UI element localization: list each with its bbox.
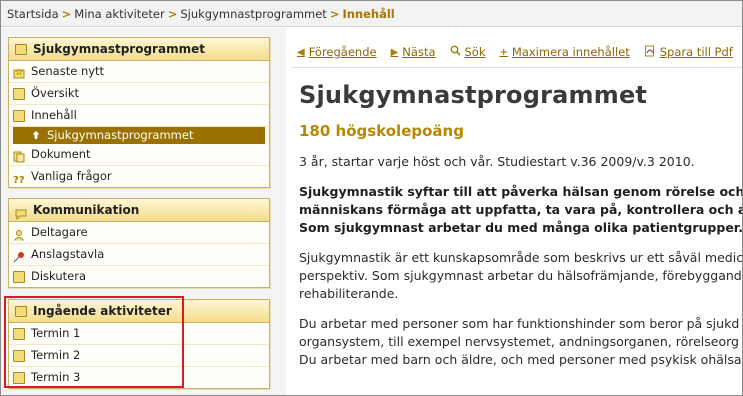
intro-text: 3 år, startar varje höst och vår. Studie… — [299, 154, 695, 169]
sidebar-item-label: Sjukgymnastprogrammet — [47, 128, 194, 142]
activities-panel-title: Ingående aktiviteter — [33, 304, 172, 318]
pdf-icon — [644, 45, 656, 60]
window: Startsida > Mina aktiviteter > Sjukgymnastpr… — [0, 0, 743, 396]
triangle-right-icon: ▶ — [390, 46, 399, 58]
search-icon — [450, 45, 461, 59]
sidebar-item-participants[interactable]: Deltagare — [9, 222, 269, 244]
book-icon — [13, 109, 25, 122]
toolbar-divider — [291, 67, 742, 68]
triangle-left-icon: ◀ — [297, 46, 305, 58]
sidebar-item-term-2[interactable]: Termin 2 — [9, 345, 269, 367]
paragraph-line: människans förmåga att uppfatta, ta vara… — [299, 202, 743, 217]
sidebar-item-label: Översikt — [31, 86, 80, 100]
breadcrumb-separator: > — [329, 7, 340, 21]
breadcrumb-program[interactable]: Sjukgymnastprogrammet — [180, 7, 326, 21]
next-link[interactable]: ▶ Nästa — [391, 45, 436, 59]
search-link[interactable]: Sök — [450, 45, 486, 59]
breadcrumb-my-activities[interactable]: Mina aktiviteter — [74, 7, 164, 21]
sidebar-item-label: Senaste nytt — [31, 64, 105, 78]
plus-icon: + — [499, 46, 508, 58]
communication-panel: Kommunikation Deltagare Anslagstavla Dis… — [8, 198, 270, 288]
faq-icon: ?? — [13, 171, 25, 186]
sidebar-item-label: Diskutera — [31, 269, 86, 283]
pushpin-icon — [13, 249, 25, 262]
program-panel-header: Sjukgymnastprogrammet — [9, 38, 269, 61]
sidebar-item-term-1[interactable]: Termin 1 — [9, 323, 269, 345]
previous-label: Föregående — [308, 45, 377, 59]
speech-bubble-icon — [15, 205, 27, 220]
paragraph-line: organsystem, till exempel nervsystemet, … — [299, 334, 739, 349]
paragraph-line: Sjukgymnastik är ett kunskapsområde som … — [299, 250, 743, 265]
sidebar-item-label: Dokument — [31, 147, 91, 161]
page-title: Sjukgymnastprogrammet — [299, 81, 648, 109]
paragraph-line: perspektiv. Som sjukgymnast arbetar du h… — [299, 268, 742, 283]
documents-icon — [13, 149, 25, 162]
maximize-label: Maximera innehållet — [511, 45, 630, 59]
main-content: Sjukgymnastprogrammet 180 högskolepoäng … — [299, 79, 743, 369]
book-icon — [13, 87, 25, 100]
book-icon — [13, 270, 25, 283]
communication-panel-header: Kommunikation — [9, 199, 269, 222]
search-label: Sök — [464, 45, 486, 59]
credits-subtitle: 180 högskolepoäng — [299, 122, 464, 140]
paragraph-line: Som sjukgymnast arbetar du med många oli… — [299, 220, 743, 235]
sidebar-item-term-3[interactable]: Termin 3 — [9, 367, 269, 388]
paragraph-line: rehabiliterande. — [299, 286, 399, 301]
breadcrumb-separator: > — [167, 7, 178, 21]
breadcrumb-separator: > — [61, 7, 72, 21]
sidebar-item-label: Termin 3 — [31, 370, 81, 384]
paragraph-line: Du arbetar med barn och äldre, och med p… — [299, 352, 742, 367]
program-panel: Sjukgymnastprogrammet Senaste nytt Övers… — [8, 37, 270, 188]
sidebar-item-label: Termin 2 — [31, 348, 81, 362]
breadcrumb-current: Innehåll — [342, 7, 395, 21]
maximize-content-link[interactable]: + Maximera innehållet — [500, 45, 630, 59]
breadcrumb: Startsida > Mina aktiviteter > Sjukgymnastpr… — [1, 1, 742, 27]
sidebar-item-faq[interactable]: ?? Vanliga frågor — [9, 166, 269, 187]
activities-panel-header: Ingående aktiviteter — [9, 300, 269, 323]
program-panel-title: Sjukgymnastprogrammet — [33, 42, 205, 56]
book-icon — [15, 305, 27, 317]
save-pdf-link[interactable]: Spara till Pdf — [644, 45, 733, 60]
sidebar-item-label: Innehåll — [31, 108, 77, 122]
news-star-icon — [13, 66, 25, 78]
sidebar-subitem-program-selected[interactable]: Sjukgymnastprogrammet — [13, 127, 265, 144]
sidebar-item-label: Vanliga frågor — [31, 169, 112, 183]
sidebar-item-bulletin-board[interactable]: Anslagstavla — [9, 244, 269, 266]
content-toolbar: ◀ Föregående ▶ Nästa Sök + Maximera inne… — [297, 43, 742, 61]
communication-panel-title: Kommunikation — [33, 203, 140, 217]
book-icon — [13, 371, 25, 384]
bold-paragraph: Sjukgymnastik syftar till att påverka hä… — [299, 183, 743, 237]
next-label: Nästa — [402, 45, 436, 59]
book-icon — [13, 349, 25, 362]
breadcrumb-home[interactable]: Startsida — [7, 7, 59, 21]
sidebar-item-discuss[interactable]: Diskutera — [9, 266, 269, 287]
paragraph-line: Du arbetar med personer som har funktion… — [299, 316, 740, 331]
paragraph-3: Du arbetar med personer som har funktion… — [299, 315, 742, 369]
sidebar-item-news[interactable]: Senaste nytt — [9, 61, 269, 83]
book-icon — [13, 327, 25, 340]
svg-text:??: ?? — [13, 175, 25, 185]
save-pdf-label: Spara till Pdf — [659, 45, 733, 59]
sidebar-item-content[interactable]: Innehåll — [9, 105, 269, 127]
sidebar-item-overview[interactable]: Översikt — [9, 83, 269, 105]
previous-link[interactable]: ◀ Föregående — [297, 45, 377, 59]
book-icon — [15, 43, 27, 55]
sidebar-item-documents[interactable]: Dokument — [9, 144, 269, 166]
sidebar-item-label: Deltagare — [31, 225, 88, 239]
paragraph-2: Sjukgymnastik är ett kunskapsområde som … — [299, 249, 743, 303]
paragraph-line: Sjukgymnastik syftar till att påverka hä… — [299, 184, 743, 199]
sidebar-item-label: Anslagstavla — [31, 247, 105, 261]
activities-panel: Ingående aktiviteter Termin 1 Termin 2 T… — [8, 299, 270, 389]
pin-icon — [31, 130, 43, 142]
person-icon — [13, 227, 25, 241]
sidebar-item-label: Termin 1 — [31, 326, 81, 340]
